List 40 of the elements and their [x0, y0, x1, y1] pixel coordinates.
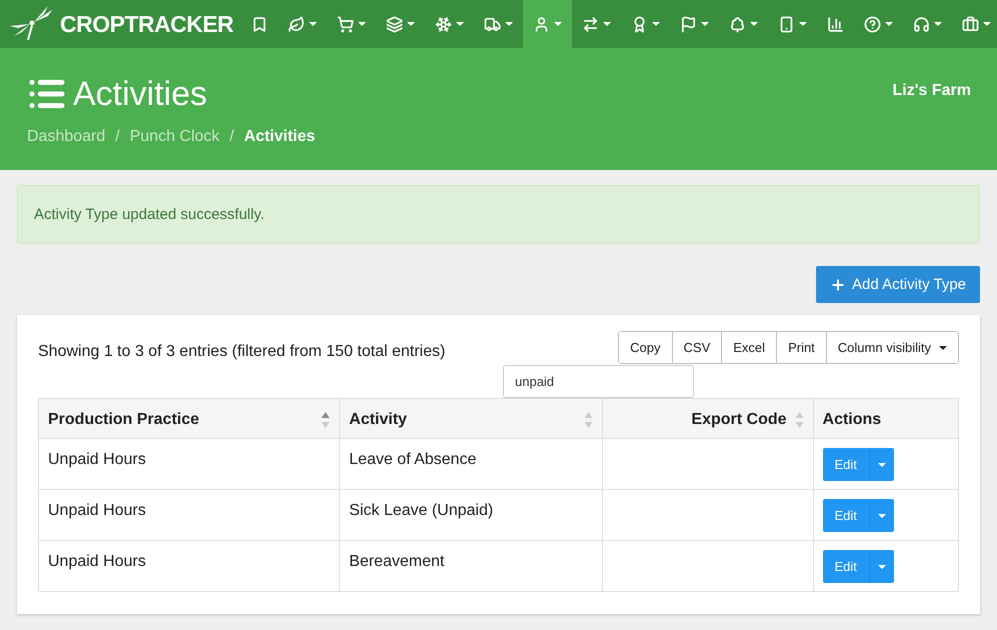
dropdown-button[interactable] [868, 550, 894, 583]
table-cell: Leave of Absence [340, 438, 602, 490]
dropdown-button[interactable] [868, 448, 894, 481]
arrows-icon [582, 16, 600, 32]
add-activity-type-button[interactable]: Add Activity Type [816, 266, 980, 303]
dropdown-button[interactable] [868, 499, 894, 532]
stack-icon [386, 16, 404, 32]
nav-menu-button[interactable] [523, 0, 572, 48]
headset-icon [913, 16, 930, 32]
brand-name: CROPTRACKER [60, 10, 234, 38]
export-button[interactable]: Copy [619, 332, 673, 363]
breadcrumb-separator: / [115, 128, 120, 146]
farm-name: Liz's Farm [892, 82, 971, 101]
flag-icon [680, 16, 698, 32]
page-title: Activities [73, 74, 208, 114]
user-icon [533, 16, 550, 32]
column-header: Actions [813, 398, 958, 438]
table-cell: Bereavement [340, 540, 602, 592]
column-header[interactable]: Activity [340, 398, 602, 438]
phone-icon [778, 16, 796, 32]
breadcrumb-separator: / [230, 128, 234, 146]
tree-icon [729, 16, 746, 32]
table-cell: Unpaid Hours [38, 438, 340, 490]
leaf-icon [288, 16, 306, 32]
entries-info: Showing 1 to 3 of 3 entries (filtered from 150 total entries) [38, 343, 446, 361]
snowflake-icon [435, 16, 452, 32]
help-icon [864, 16, 882, 32]
cart-icon [337, 16, 354, 32]
bar-chart-icon [827, 16, 844, 32]
search-field[interactable]: unpaid [503, 365, 694, 398]
plus-icon [830, 276, 846, 292]
truck-icon [484, 16, 502, 32]
success-alert: Activity Type updated successfully. [17, 185, 980, 244]
table-cell: Unpaid Hours [38, 490, 340, 540]
bookmark-icon [251, 16, 268, 32]
table-cell: Unpaid Hours [38, 540, 340, 592]
column-header[interactable]: Production Practice [38, 398, 340, 438]
briefcase-icon [962, 16, 980, 32]
column-header[interactable]: Export Code [602, 398, 814, 438]
table-cell: Sick Leave (Unpaid) [340, 490, 602, 540]
